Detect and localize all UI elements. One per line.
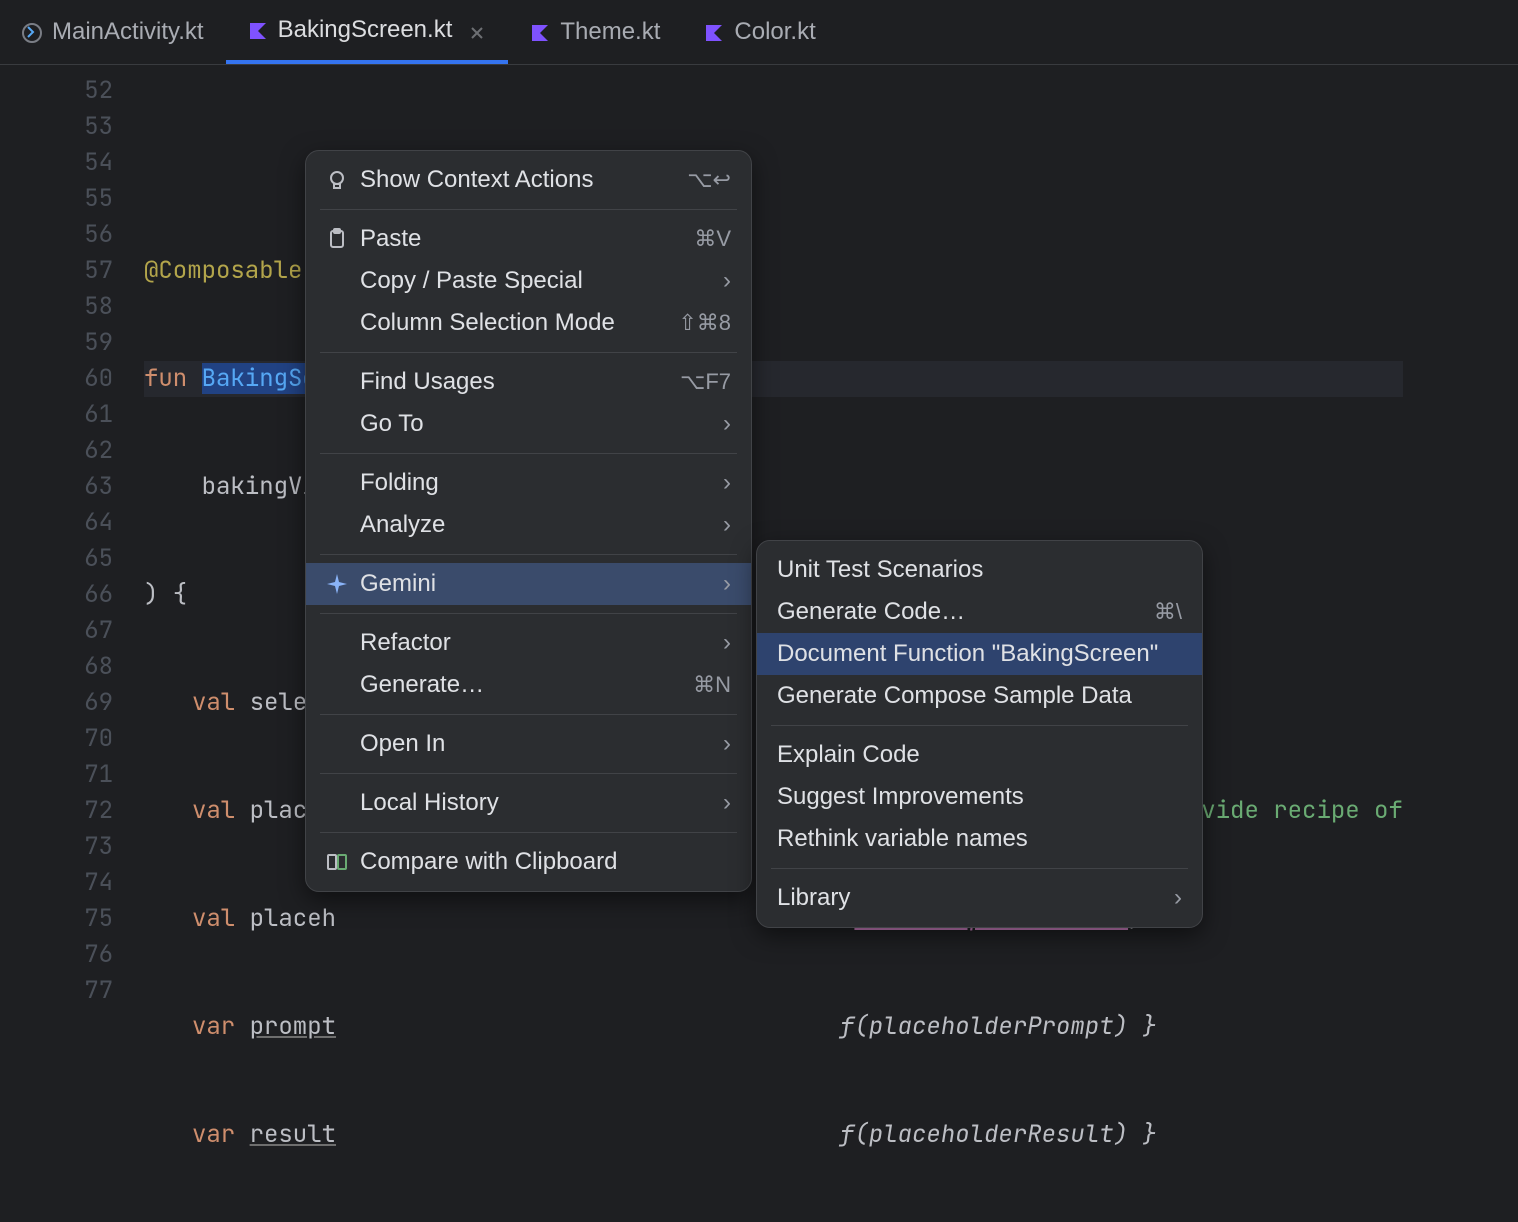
compare-icon: [326, 851, 360, 873]
submenu-compose-sample-data[interactable]: Generate Compose Sample Data: [757, 675, 1202, 717]
menu-find-usages[interactable]: Find Usages⌥F7: [306, 361, 751, 403]
tab-bar: MainActivity.kt BakingScreen.kt Theme.kt…: [0, 0, 1518, 65]
chevron-right-icon: ›: [723, 570, 731, 598]
menu-refactor[interactable]: Refactor›: [306, 622, 751, 664]
tab-bakingscreen[interactable]: BakingScreen.kt: [226, 0, 509, 64]
chevron-right-icon: ›: [723, 730, 731, 758]
chevron-right-icon: ›: [723, 629, 731, 657]
tab-mainactivity[interactable]: MainActivity.kt: [0, 0, 226, 64]
menu-open-in[interactable]: Open In›: [306, 723, 751, 765]
tab-color[interactable]: Color.kt: [682, 0, 837, 64]
gemini-icon: [326, 573, 360, 595]
menu-show-context-actions[interactable]: Show Context Actions⌥↩: [306, 159, 751, 201]
context-menu: Show Context Actions⌥↩ Paste⌘V Copy / Pa…: [305, 150, 752, 892]
menu-column-selection[interactable]: Column Selection Mode⇧⌘8: [306, 302, 751, 344]
menu-gemini[interactable]: Gemini›: [306, 563, 751, 605]
submenu-explain-code[interactable]: Explain Code: [757, 734, 1202, 776]
chevron-right-icon: ›: [723, 410, 731, 438]
chevron-right-icon: ›: [723, 511, 731, 539]
menu-paste[interactable]: Paste⌘V: [306, 218, 751, 260]
submenu-rethink-names[interactable]: Rethink variable names: [757, 818, 1202, 860]
chevron-right-icon: ›: [723, 469, 731, 497]
menu-generate[interactable]: Generate…⌘N: [306, 664, 751, 706]
tab-label: Theme.kt: [560, 18, 660, 46]
submenu-document-function[interactable]: Document Function "BakingScreen": [757, 633, 1202, 675]
menu-local-history[interactable]: Local History›: [306, 782, 751, 824]
tab-theme[interactable]: Theme.kt: [508, 0, 682, 64]
submenu-library[interactable]: Library›: [757, 877, 1202, 919]
lightbulb-icon: [326, 169, 360, 191]
submenu-unit-test[interactable]: Unit Test Scenarios: [757, 549, 1202, 591]
tab-label: BakingScreen.kt: [278, 16, 453, 44]
line-number-gutter: 52 53 54 55 56 57 58 59 60 61 62 63 64 6…: [0, 65, 136, 1222]
kotlin-icon: [248, 20, 268, 40]
tab-label: Color.kt: [734, 18, 815, 46]
kotlin-icon: [704, 22, 724, 42]
menu-goto[interactable]: Go To›: [306, 403, 751, 445]
submenu-generate-code[interactable]: Generate Code…⌘\: [757, 591, 1202, 633]
menu-analyze[interactable]: Analyze›: [306, 504, 751, 546]
menu-folding[interactable]: Folding›: [306, 462, 751, 504]
gemini-submenu: Unit Test Scenarios Generate Code…⌘\ Doc…: [756, 540, 1203, 928]
clipboard-icon: [326, 228, 360, 250]
kotlin-icon: [530, 22, 550, 42]
chevron-right-icon: ›: [723, 789, 731, 817]
chevron-right-icon: ›: [1174, 884, 1182, 912]
kotlin-file-icon: [22, 22, 42, 42]
menu-compare-clipboard[interactable]: Compare with Clipboard: [306, 841, 751, 883]
chevron-right-icon: ›: [723, 267, 731, 295]
close-icon[interactable]: [468, 21, 486, 39]
menu-copy-paste-special[interactable]: Copy / Paste Special›: [306, 260, 751, 302]
submenu-suggest-improvements[interactable]: Suggest Improvements: [757, 776, 1202, 818]
tab-label: MainActivity.kt: [52, 18, 204, 46]
